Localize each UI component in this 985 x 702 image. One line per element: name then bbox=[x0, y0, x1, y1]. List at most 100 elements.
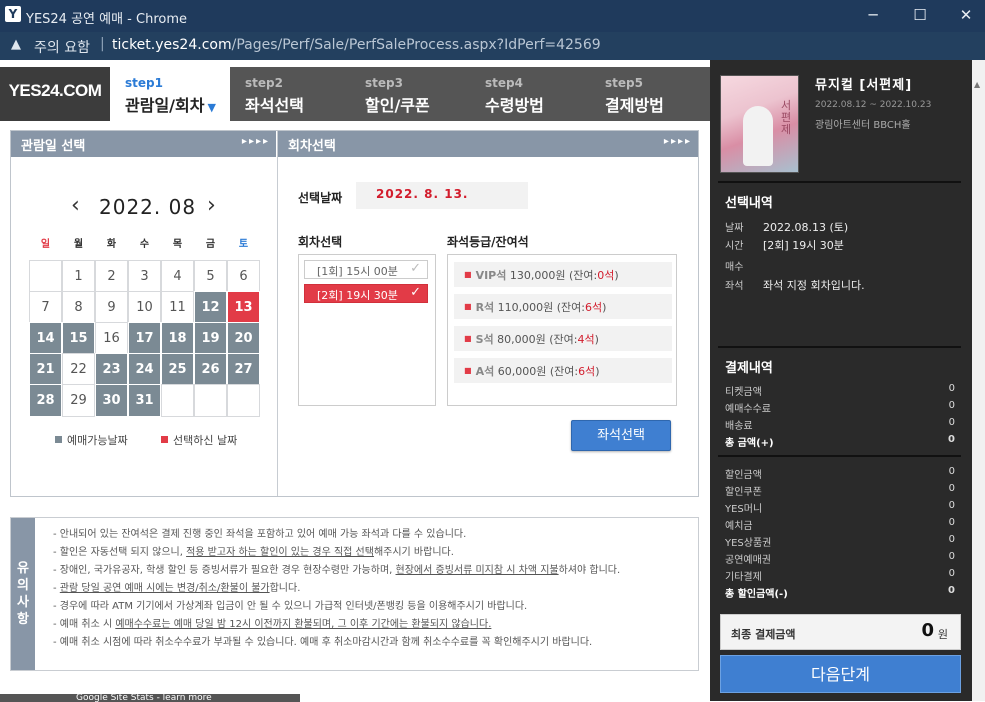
remaining-open: (잔여: bbox=[568, 269, 598, 282]
calendar-day[interactable]: 20 bbox=[227, 322, 260, 355]
payment-row: 예치금 0 bbox=[725, 517, 957, 532]
poster-title-text: 서편제 bbox=[781, 99, 792, 136]
notice-text: - 안내되어 있는 잔여석은 결제 진행 중인 좌석을 포함하고 있어 예매 가… bbox=[53, 529, 467, 540]
scrollbar[interactable]: ▲ bbox=[972, 60, 985, 701]
calendar-day[interactable]: 19 bbox=[194, 322, 227, 355]
maximize-button[interactable]: ☐ bbox=[897, 0, 943, 32]
selection-title: 선택내역 bbox=[725, 196, 773, 211]
payment-key: 공연예매권 bbox=[725, 555, 771, 566]
calendar-day: 9 bbox=[95, 291, 128, 324]
step-1-tab[interactable]: step1 관람일/회차 ▼ bbox=[110, 67, 230, 121]
step-label: 결제방법 bbox=[605, 96, 664, 115]
payment-value: 0 bbox=[948, 551, 955, 562]
payment-key: 배송료 bbox=[725, 421, 753, 432]
calendar-day: 6 bbox=[227, 260, 260, 293]
weekday-label: 금 bbox=[205, 239, 216, 250]
payment-key: 총 금액(+) bbox=[725, 438, 774, 449]
selection-key: 날짜 bbox=[725, 223, 744, 234]
step-number: step5 bbox=[605, 76, 643, 90]
final-amount-unit: 원 bbox=[937, 628, 948, 641]
calendar-day[interactable]: 23 bbox=[95, 353, 128, 386]
calendar-day: 8 bbox=[62, 291, 95, 324]
warning-icon[interactable]: ▲ bbox=[11, 37, 21, 52]
final-amount-box: 최종 결제금액 0 원 bbox=[720, 614, 961, 650]
notice-text-end: 해주시기 바랍니다. bbox=[373, 547, 454, 558]
payment-row: 총 할인금액(-) 0 bbox=[725, 585, 957, 600]
step-label: 좌석선택 bbox=[245, 96, 304, 115]
calendar-month: 2022. 08 bbox=[99, 195, 197, 219]
seat-grade-row: ■ VIP석 130,000원 (잔여:0석) bbox=[454, 262, 672, 287]
calendar-day[interactable]: 26 bbox=[194, 353, 227, 386]
step-name: 관람일/회차 ▼ bbox=[125, 92, 230, 116]
calendar-empty-cell bbox=[227, 384, 260, 417]
payment-row: 총 금액(+) 0 bbox=[725, 434, 957, 449]
step-label: 수령방법 bbox=[485, 96, 544, 115]
session-option-1[interactable]: [1회] 15시 00분 ✓ bbox=[304, 260, 428, 279]
calendar-day[interactable]: 24 bbox=[128, 353, 161, 386]
calendar-day[interactable]: 18 bbox=[161, 322, 194, 355]
remaining-open: (잔여: bbox=[549, 365, 579, 378]
payment-row: 공연예매권 0 bbox=[725, 551, 957, 566]
legend-available-label: 예매가능날짜 bbox=[67, 434, 128, 447]
window-titlebar: Y YES24 공연 예매 - Chrome ─ ☐ ✕ bbox=[0, 0, 985, 32]
payment-value: 0 bbox=[948, 417, 955, 428]
close-button[interactable]: ✕ bbox=[943, 0, 985, 32]
calendar-day[interactable]: 14 bbox=[29, 322, 62, 355]
step-4-tab[interactable]: step4 수령방법 bbox=[470, 67, 590, 121]
notice-item: - 관람 당일 공연 예매 시에는 변경/취소/환불이 불가합니다. bbox=[53, 580, 620, 598]
address-bar[interactable]: ▲ 주의 요함 | ticket.yes24.com/Pages/Perf/Sa… bbox=[0, 32, 985, 60]
notice-side-char: 의 bbox=[17, 578, 29, 593]
payment-row: 예매수수료 0 bbox=[725, 400, 957, 415]
step-3-tab[interactable]: step3 할인/쿠폰 bbox=[350, 67, 470, 121]
calendar-day[interactable]: 15 bbox=[62, 322, 95, 355]
next-step-button[interactable]: 다음단계 bbox=[720, 655, 961, 693]
session-option-2[interactable]: [2회] 19시 30분 ✓ bbox=[304, 284, 428, 303]
minimize-button[interactable]: ─ bbox=[850, 0, 896, 32]
yes24-logo[interactable]: YES24.COM bbox=[0, 67, 110, 121]
scroll-up-icon[interactable]: ▲ bbox=[974, 80, 980, 89]
step-5-tab[interactable]: step5 결제방법 bbox=[590, 67, 710, 121]
security-warning-label[interactable]: 주의 요함 bbox=[34, 37, 90, 57]
step-number: step3 bbox=[365, 76, 403, 90]
payment-key: 기타결제 bbox=[725, 572, 762, 583]
calendar-day: 29 bbox=[62, 384, 95, 417]
url-path: /Pages/Perf/Sale/PerfSaleProcess.aspx?Id… bbox=[231, 37, 601, 53]
remaining-count: 0석 bbox=[597, 269, 615, 282]
legend-selected-swatch bbox=[161, 436, 168, 443]
selection-row-count: 매수 bbox=[725, 258, 743, 273]
notice-side-title: 유 의 사 항 bbox=[11, 518, 35, 670]
step-number: step1 bbox=[125, 76, 163, 90]
selection-value: [2회] 19시 30분 bbox=[763, 239, 844, 252]
remaining-close: ) bbox=[602, 301, 607, 314]
prev-month-button[interactable]: ‹ bbox=[71, 193, 80, 218]
calendar-day[interactable]: 30 bbox=[95, 384, 128, 417]
next-month-button[interactable]: › bbox=[207, 193, 216, 218]
grade-remaining-label: 좌석등급/잔여석 bbox=[447, 235, 529, 249]
seat-select-button[interactable]: 좌석선택 bbox=[571, 420, 671, 451]
notice-text: - 장애인, 국가유공자, 학생 할인 등 증빙서류가 필요한 경우 현장수령만… bbox=[53, 565, 396, 576]
calendar-day[interactable]: 27 bbox=[227, 353, 260, 386]
remaining-close: ) bbox=[595, 365, 600, 378]
selection-value: 2022.08.13 (토) bbox=[763, 221, 849, 234]
payment-value: 0 bbox=[948, 568, 955, 579]
calendar-day[interactable]: 12 bbox=[194, 291, 227, 324]
step-number: step2 bbox=[245, 76, 283, 90]
calendar-day[interactable]: 21 bbox=[29, 353, 62, 386]
step-2-tab[interactable]: step2 좌석선택 bbox=[230, 67, 350, 121]
url-text[interactable]: ticket.yes24.com/Pages/Perf/Sale/PerfSal… bbox=[112, 37, 601, 53]
payment-row: 배송료 0 bbox=[725, 417, 957, 432]
seat-grade-row: ■ A석 60,000원 (잔여:6석) bbox=[454, 358, 672, 383]
notice-text: - 예매 취소 시점에 따라 취소수수료가 부과될 수 있습니다. 예매 후 취… bbox=[53, 637, 593, 648]
calendar-day[interactable]: 28 bbox=[29, 384, 62, 417]
date-panel-header: 관람일 선택 ▸▸▸▸ bbox=[11, 131, 276, 157]
payment-key: 총 할인금액(-) bbox=[725, 589, 788, 600]
payment-value: 0 bbox=[948, 383, 955, 394]
arrows-icon: ▸▸▸▸ bbox=[663, 136, 692, 147]
calendar-day[interactable]: 17 bbox=[128, 322, 161, 355]
calendar-day-selected[interactable]: 13 bbox=[227, 291, 260, 324]
session-select-label: 회차선택 bbox=[298, 235, 343, 249]
calendar-day[interactable]: 31 bbox=[128, 384, 161, 417]
calendar-day[interactable]: 25 bbox=[161, 353, 194, 386]
show-dates: 2022.08.12 ~ 2022.10.23 bbox=[815, 100, 932, 110]
seat-grade-list: ■ VIP석 130,000원 (잔여:0석) ■ R석 110,000원 (잔여:… bbox=[447, 254, 677, 406]
